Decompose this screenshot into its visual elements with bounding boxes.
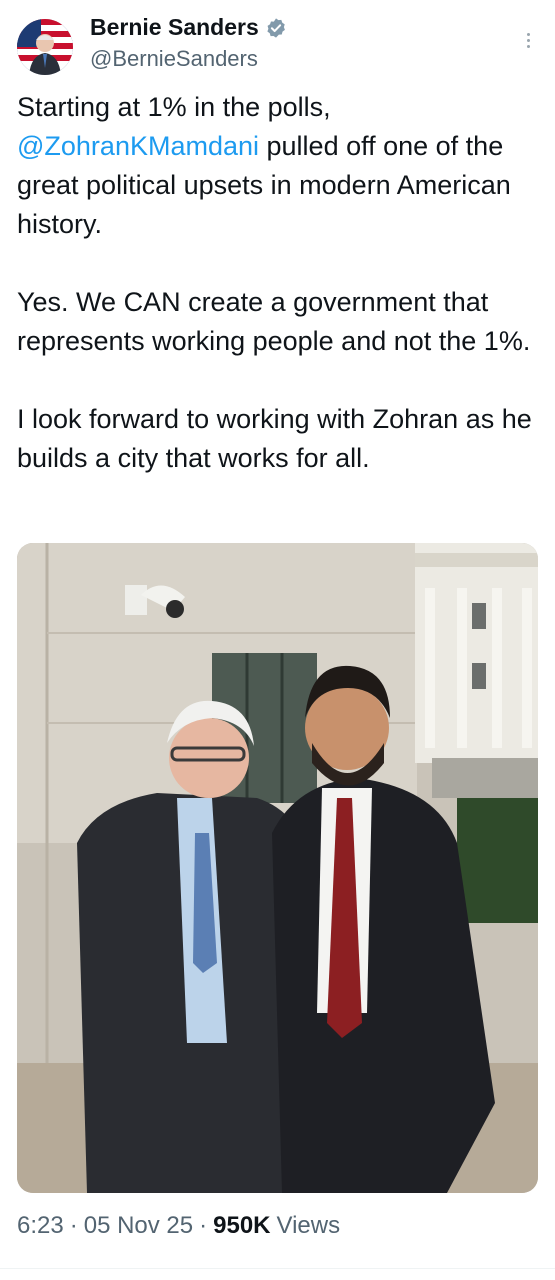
tweet-paragraph-1: Starting at 1% in the polls, @ZohranKMam… bbox=[17, 88, 537, 244]
tweet-text: Starting at 1% in the polls, @ZohranKMam… bbox=[17, 88, 537, 517]
tweet-header: Bernie Sanders @BernieSanders bbox=[0, 0, 555, 90]
views-label: Views bbox=[276, 1212, 341, 1239]
tweet-photo[interactable] bbox=[17, 543, 538, 1193]
tweet-time[interactable]: 6:23 bbox=[17, 1212, 64, 1240]
mention-link[interactable]: @ZohranKMamdani bbox=[17, 131, 259, 161]
tweet-paragraph-3: I look forward to working with Zohran as… bbox=[17, 404, 532, 473]
avatar[interactable] bbox=[17, 19, 73, 75]
divider bbox=[0, 1268, 555, 1269]
tweet-paragraph-2: Yes. We CAN create a government that rep… bbox=[17, 287, 531, 356]
more-options-icon[interactable] bbox=[523, 30, 533, 52]
avatar-image bbox=[17, 19, 73, 75]
tweet-meta: 6:23 · 05 Nov 25 · 950K Views bbox=[17, 1212, 340, 1240]
meta-separator: · bbox=[199, 1212, 208, 1239]
verified-badge-icon bbox=[267, 17, 285, 38]
author-handle[interactable]: @BernieSanders bbox=[90, 46, 258, 72]
views-count[interactable]: 950K bbox=[213, 1212, 270, 1240]
tweet-date[interactable]: 05 Nov 25 bbox=[84, 1212, 193, 1240]
tweet-text-span: Starting at 1% in the polls, bbox=[17, 92, 331, 122]
meta-separator: · bbox=[69, 1212, 78, 1239]
author-name[interactable]: Bernie Sanders bbox=[90, 14, 259, 41]
photo-image bbox=[17, 543, 538, 1193]
